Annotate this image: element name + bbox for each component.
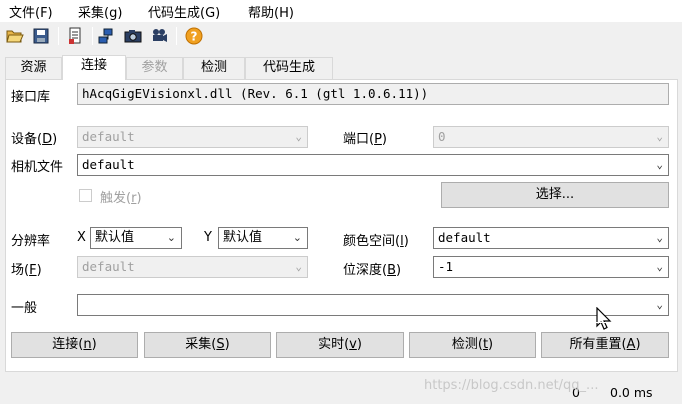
port-select[interactable]: 0 ⌄ — [433, 126, 669, 148]
chevron-down-icon: ⌄ — [295, 260, 302, 273]
tab-detect[interactable]: 检测 — [183, 57, 245, 79]
port-value: 0 — [438, 129, 446, 144]
chevron-down-icon: ⌄ — [656, 158, 663, 171]
chevron-down-icon: ⌄ — [295, 130, 302, 143]
menu-bar: 文件(F) 采集(g) 代码生成(G) 帮助(H) — [0, 0, 682, 22]
field-value: default — [82, 259, 135, 274]
resolution-label: 分辨率 — [11, 234, 51, 249]
interface-value: hAcqGigEVisionxl.dll (Rev. 6.1 (gtl 1.0.… — [82, 86, 429, 101]
watermark: https://blog.csdn.net/qq_... — [424, 378, 599, 393]
resolution-y-select[interactable]: 默认值 ⌄ — [218, 227, 308, 249]
live-button[interactable]: 实时(v) — [276, 332, 404, 358]
tab-codegen[interactable]: 代码生成 — [245, 57, 333, 79]
bit-depth-select[interactable]: -1 ⌄ — [433, 256, 669, 278]
divider — [11, 114, 669, 115]
color-space-label: 颜色空间(l) — [343, 234, 409, 249]
device-label: 设备(D) — [11, 132, 58, 147]
toolbar: ? — [0, 23, 682, 51]
connection-panel — [5, 79, 678, 372]
camera-file-value: default — [82, 157, 135, 172]
frame-time: 0.0 ms — [610, 385, 653, 400]
mouse-cursor-icon — [596, 307, 612, 330]
chevron-down-icon: ⌄ — [656, 231, 663, 244]
select-button[interactable]: 选择... — [441, 182, 669, 208]
svg-text:?: ? — [191, 30, 198, 44]
connect-button[interactable]: 连接(n) — [11, 332, 138, 358]
resolution-x-select[interactable]: 默认值 ⌄ — [90, 227, 182, 249]
divider — [11, 286, 669, 287]
interface-label: 接口库 — [11, 90, 51, 105]
tab-resources[interactable]: 资源 — [5, 57, 62, 79]
port-label: 端口(P) — [343, 132, 387, 147]
field-label: 场(F) — [11, 263, 42, 278]
camera-file-select[interactable]: default ⌄ — [77, 154, 669, 176]
properties-icon[interactable] — [64, 25, 86, 47]
chevron-down-icon: ⌄ — [292, 231, 302, 244]
trigger-label: 触发(r) — [100, 191, 142, 206]
chevron-down-icon: ⌄ — [656, 260, 663, 273]
camera-icon[interactable] — [122, 25, 144, 47]
divider — [11, 322, 669, 323]
video-camera-icon[interactable] — [148, 25, 170, 47]
color-space-select[interactable]: default ⌄ — [433, 227, 669, 249]
chevron-down-icon: ⌄ — [656, 130, 663, 143]
device-value: default — [82, 129, 135, 144]
bit-depth-value: -1 — [438, 259, 454, 274]
resolution-y-value: 默认值 — [223, 230, 263, 245]
device-select[interactable]: default ⌄ — [77, 126, 308, 148]
general-label: 一般 — [11, 301, 38, 316]
reset-all-button[interactable]: 所有重置(A) — [541, 332, 669, 358]
color-space-value: default — [438, 230, 491, 245]
network-icon[interactable] — [96, 25, 118, 47]
interface-field: hAcqGigEVisionxl.dll (Rev. 6.1 (gtl 1.0.… — [77, 83, 669, 105]
tab-parameters[interactable]: 参数 — [126, 57, 183, 79]
camera-file-label: 相机文件 — [11, 160, 64, 175]
general-select[interactable]: ⌄ — [77, 294, 669, 316]
field-select[interactable]: default ⌄ — [77, 256, 308, 278]
menu-acquire[interactable]: 采集(g) — [78, 2, 122, 21]
acquire-button[interactable]: 采集(S) — [144, 332, 271, 358]
menu-help[interactable]: 帮助(H) — [248, 2, 294, 21]
tab-connection[interactable]: 连接 — [62, 55, 126, 80]
chevron-down-icon: ⌄ — [656, 298, 663, 311]
resolution-y-label: Y — [204, 230, 212, 245]
save-icon[interactable] — [30, 25, 52, 47]
resolution-x-label: X — [77, 230, 86, 245]
chevron-down-icon: ⌄ — [166, 231, 176, 244]
help-icon[interactable]: ? — [183, 25, 205, 47]
detect-button[interactable]: 检测(t) — [409, 332, 536, 358]
resolution-x-value: 默认值 — [95, 230, 135, 245]
open-folder-icon[interactable] — [4, 25, 26, 47]
menu-codegen[interactable]: 代码生成(G) — [148, 2, 220, 21]
trigger-checkbox[interactable] — [79, 189, 92, 202]
menu-file[interactable]: 文件(F) — [9, 2, 53, 21]
bit-depth-label: 位深度(B) — [343, 263, 402, 278]
divider — [11, 216, 669, 217]
